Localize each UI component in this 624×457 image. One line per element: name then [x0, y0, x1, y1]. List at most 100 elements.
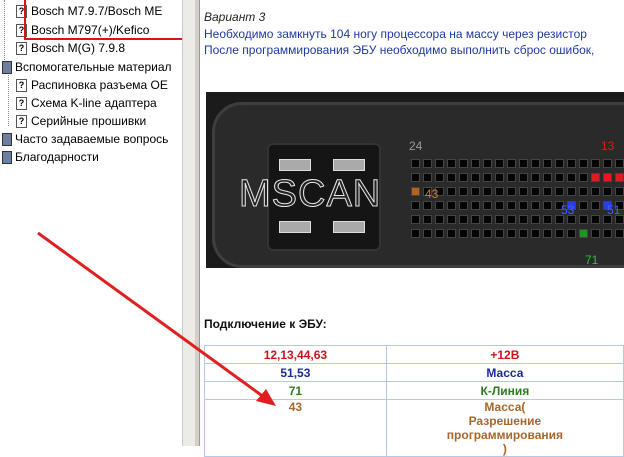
connector-pin — [423, 201, 432, 210]
connector-pin — [411, 229, 420, 238]
connector-pin — [447, 159, 456, 168]
connector-pin — [423, 159, 432, 168]
connector-pin — [423, 173, 432, 182]
connector-pin — [471, 201, 480, 210]
connector-pin — [447, 173, 456, 182]
table-row: 51,53 Масса — [204, 363, 624, 382]
pin-number-label: 13 — [601, 139, 615, 153]
connector-pin — [579, 201, 588, 210]
connector-pin — [531, 201, 540, 210]
connector-pin — [471, 215, 480, 224]
tree-item-label: Вспомогательные материал — [15, 60, 172, 74]
connector-pin — [579, 215, 588, 224]
connector-pin — [519, 215, 528, 224]
connector-pin — [447, 201, 456, 210]
connector-pin — [543, 159, 552, 168]
connector-pin — [459, 159, 468, 168]
connector-pin — [555, 173, 564, 182]
connector-pin — [495, 187, 504, 196]
connector-pin — [603, 173, 612, 182]
connector-pin — [471, 229, 480, 238]
photo-watermark: MSCAN — [238, 173, 382, 216]
connector-pin — [531, 159, 540, 168]
connector-pin — [459, 173, 468, 182]
connector-pin — [423, 215, 432, 224]
book-icon — [2, 151, 12, 165]
connector-pin — [519, 173, 528, 182]
connector-pin — [435, 159, 444, 168]
connector-pin — [507, 187, 516, 196]
tree-item-serial-firmware[interactable]: ? Серийные прошивки — [16, 112, 146, 130]
connector-pin — [507, 173, 516, 182]
tree-item-bosch-mg798[interactable]: ? Bosch M(G) 7.9.8 — [16, 39, 125, 57]
connector-pin — [579, 187, 588, 196]
connector-pin — [615, 229, 624, 238]
help-topic-icon: ? — [16, 97, 27, 111]
pin-numbers-cell: 43 — [204, 399, 387, 457]
connector-pin — [495, 215, 504, 224]
connector-pin — [507, 215, 516, 224]
connector-pin — [591, 159, 600, 168]
connector-pin — [603, 229, 612, 238]
connector-pin — [567, 173, 576, 182]
power-pin — [279, 159, 311, 171]
signal-pin-grid: 24 13 43 53 51 71 — [409, 139, 624, 267]
connector-pin — [579, 159, 588, 168]
tree-item-label: Благодарности — [15, 150, 99, 164]
tree-item-kline-adapter[interactable]: ? Схема K-line адаптера — [16, 94, 157, 112]
connector-pin — [423, 229, 432, 238]
help-contents-tree: ? Bosch M7.9.7/Bosch ME ? Bosch M797(+)/Ke… — [0, 0, 182, 446]
connector-pin — [519, 187, 528, 196]
signal-cell: К-Линия — [385, 381, 624, 400]
instruction-line: Необходимо замкнуть 104 ногу процессора … — [204, 27, 587, 41]
connector-pin — [543, 215, 552, 224]
connector-pin — [435, 229, 444, 238]
connector-pin — [495, 159, 504, 168]
annotation-highlight-box — [24, 0, 186, 40]
pin-number-label: 53 — [561, 203, 575, 217]
connector-pin — [567, 187, 576, 196]
tree-item-label: Схема K-line адаптера — [31, 96, 157, 110]
connector-pin — [459, 187, 468, 196]
tree-vertical-scrollbar[interactable] — [182, 0, 196, 446]
connector-pin — [411, 215, 420, 224]
connector-pin — [591, 201, 600, 210]
connector-pin — [543, 229, 552, 238]
help-topic-content: Вариант 3 Необходимо замкнуть 104 ногу п… — [200, 0, 624, 457]
connector-pin — [531, 229, 540, 238]
variant-heading: Вариант 3 — [204, 10, 266, 24]
tree-item-thanks[interactable]: Благодарности — [2, 148, 99, 166]
signal-cell: Масса( Разрешение программирования ) — [385, 399, 624, 457]
signal-cell: +12В — [385, 345, 624, 364]
connector-pin — [591, 187, 600, 196]
connector-pin — [507, 229, 516, 238]
help-topic-icon: ? — [16, 79, 27, 93]
tree-item-connector-pinout[interactable]: ? Распиновка разъема OE — [16, 76, 168, 94]
connector-pin — [411, 173, 420, 182]
connector-pin — [471, 187, 480, 196]
connector-pin — [435, 201, 444, 210]
connector-pin — [555, 187, 564, 196]
tree-item-label: Распиновка разъема OE — [31, 78, 168, 92]
tree-connector-line — [4, 0, 5, 60]
connector-pin — [591, 173, 600, 182]
help-topic-icon: ? — [16, 115, 27, 129]
power-pin — [333, 221, 365, 233]
pin-number-label: 43 — [425, 187, 439, 201]
connector-pin — [459, 215, 468, 224]
connector-pin — [483, 215, 492, 224]
power-pin — [279, 221, 311, 233]
tree-item-label: Серийные прошивки — [31, 114, 147, 128]
connector-pin — [459, 229, 468, 238]
connector-pin — [471, 173, 480, 182]
connector-pin — [495, 173, 504, 182]
ecu-connector-photo: MSCAN 24 13 43 53 51 71 — [206, 92, 624, 268]
connector-pin — [411, 187, 420, 196]
tree-item-faq[interactable]: Часто задаваемые вопрось — [2, 130, 168, 148]
tree-item-label: Часто задаваемые вопрось — [15, 132, 169, 146]
book-icon — [2, 133, 12, 147]
tree-item-auxiliary-materials[interactable]: Вспомогательные материал — [2, 58, 172, 76]
connection-table: 12,13,44,63 +12В 51,53 Масса 71 К-Линия … — [204, 345, 624, 457]
table-row: 71 К-Линия — [204, 381, 624, 400]
connector-pin — [567, 159, 576, 168]
